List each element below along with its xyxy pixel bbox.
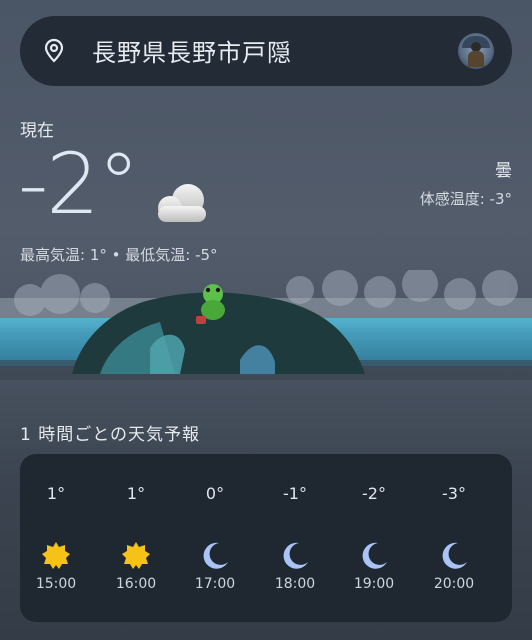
cloud-icon [158,184,206,222]
hourly-forecast-title: 1 時間ごとの天気予報 [20,425,201,445]
sun-icon [42,542,70,569]
hour-temperature: 0° [205,484,225,503]
moon-icon [442,542,467,569]
hour-time: 16:00 [115,576,157,592]
hour-time: 15:00 [35,576,77,592]
hourly-item: 1° 16:00 [96,454,176,622]
location-name[interactable]: 長野県長野市戸隠 [92,33,292,68]
hour-temperature: -2° [362,484,386,503]
hourly-item: -3° 20:00 [414,454,494,622]
hour-temperature: 1° [126,484,146,503]
high-low-temperature: 最高気温: 1° • 最低気温: -5° [20,246,218,264]
hourly-item: 1° 15:00 [16,454,96,622]
hour-time: 19:00 [353,576,395,592]
hourly-item: 0° 17:00 [175,454,255,622]
hour-time: 17:00 [194,576,236,592]
hour-temperature: -1° [283,484,307,503]
hour-temperature: -3° [442,484,466,503]
hour-time: 20:00 [433,576,475,592]
sun-icon [122,542,150,569]
location-pin-icon [44,38,64,63]
hourly-item: -2° 19:00 [334,454,414,622]
feels-like: 体感温度: -3° [419,190,512,208]
hourly-item: -1° 18:00 [255,454,335,622]
moon-icon [203,542,228,569]
hourly-forecast-card[interactable]: 1° 15:00 1° 16:00 0° 17:00 -1° 18:00 -2° [20,454,512,622]
current-condition: 曇 [495,161,512,181]
moon-icon [283,542,308,569]
search-bar[interactable]: 長野県長野市戸隠 [20,16,512,86]
hour-time: 18:00 [274,576,316,592]
account-avatar[interactable] [458,33,494,69]
hour-temperature: 1° [46,484,66,503]
moon-icon [362,542,387,569]
weather-scene-illustration [0,270,532,380]
current-temperature: -2° [18,135,140,233]
